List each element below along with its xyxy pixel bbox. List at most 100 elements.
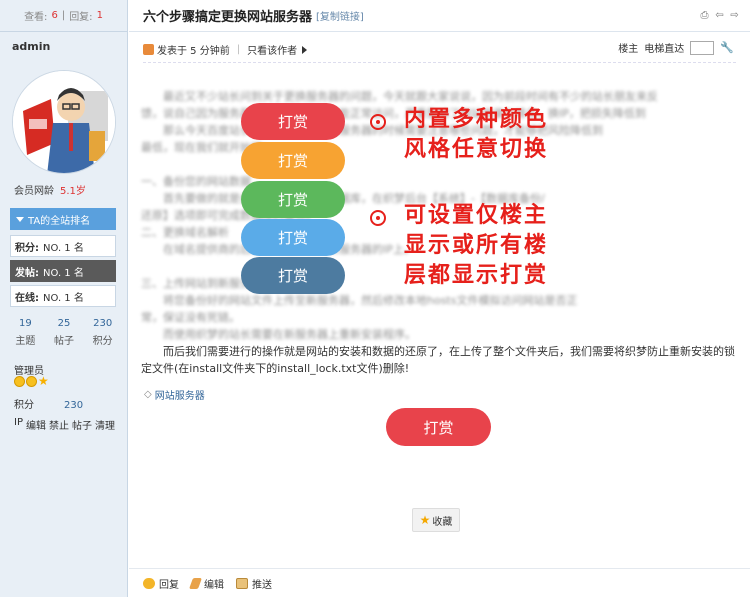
title-icons: ⎙ ⇦ ⇨ [699,10,740,21]
user-counts: 19 主题 25 帖子 230 积分 [6,318,122,347]
promo-line: 内置多种颜色 [404,107,549,132]
promo-line: 风格任意切换 [404,137,549,162]
only-author-link[interactable]: 只看该作者 [247,42,297,57]
rank-value: NO. 1 名 [43,292,84,304]
replies-count: 1 [96,10,103,21]
promo-text-visibility: 可设置仅楼主 显示或所有楼 层都显示打赏 [404,201,548,291]
page-title: 六个步骤搞定更换网站服务器 [143,10,313,25]
article-line: 定文件(在install文件夹下的install_lock.txt文件)删除! [141,362,410,375]
medal-icon [26,376,37,387]
reply-icon [143,577,155,589]
pencil-icon [188,577,203,589]
circle-dot-icon [370,114,386,130]
rank-label: 在线: [15,292,39,304]
rank-value: NO. 1 名 [43,242,84,254]
count-points[interactable]: 230 积分 [93,318,113,347]
member-age: 会员网龄 5.1岁 [14,182,86,197]
reward-style-red-button[interactable]: 打赏 [241,103,345,140]
count-label: 主题 [15,336,36,347]
prev-icon[interactable]: ⇦ [714,10,725,21]
tag-icon: ◇ [144,389,152,400]
tool-clean[interactable]: 清理 [95,417,115,432]
promo-text-colors: 内置多种颜色 风格任意切换 [404,105,548,165]
rank-header-label: TA的全站排名 [28,215,91,227]
article-line: 常，保证没有死链。 [141,311,240,324]
star-icon: ★ [38,374,49,388]
count-num: 19 [18,318,32,329]
circle-dot-icon [370,210,386,226]
article-line: 一、备份您的网站数据 [141,175,251,188]
divider [143,62,736,63]
reply-label: 回复 [159,579,179,591]
user-icon [143,44,154,55]
post-main: 六个步骤搞定更换网站服务器 [复制链接] ⎙ ⇦ ⇨ 发表于 5 分钟前 | 只… [129,0,750,597]
count-num: 25 [57,318,71,329]
wrench-icon[interactable]: 🔧 [720,41,734,54]
next-icon[interactable]: ⇨ [729,10,740,21]
views-label: 查看: [24,12,48,23]
edit-button[interactable]: 编辑 [188,576,224,591]
rank-row-online: 在线: NO. 1 名 [10,285,116,307]
article-line: 而使用织梦的站长需要在新服务器上重新安装程序。 [141,328,416,341]
push-button[interactable]: 推送 [236,576,272,591]
article-line: 最近又不少站长问到关于更换服务器的问题，今天就跟大家说说，因为前段时间有不少的站… [141,90,658,103]
floor-info: 楼主 电梯直达 🔧 [618,40,734,55]
post-actions: 回复 编辑 推送 [129,568,750,597]
tag-link[interactable]: 网站服务器 [155,387,205,402]
favorite-button[interactable]: ★ 收藏 [412,508,460,532]
count-threads[interactable]: 19 主题 [15,318,35,347]
tool-ip[interactable]: IP [14,417,23,432]
rank-label: 发帖: [15,267,39,279]
tool-ban[interactable]: 禁止 [49,417,69,432]
thread-stats: 查看: 6 | 回复: 1 [0,0,127,32]
reward-style-orange-button[interactable]: 打赏 [241,142,345,179]
rank-row-posts: 发帖: NO. 1 名 [10,260,116,282]
views-count: 6 [51,10,58,21]
medals: ★ [14,374,49,388]
author-sidebar: 查看: 6 | 回复: 1 admin 会员网龄 5.1岁 TA的全站排名 积分:… [0,0,128,597]
triangle-down-icon [16,216,24,222]
count-label: 积分 [92,336,113,347]
push-label: 推送 [252,579,272,591]
push-icon [236,577,248,589]
points-label: 积分 [14,400,34,411]
points-row: 积分 230 [14,396,83,411]
count-num: 230 [93,318,113,329]
article-line: 将您备份好的网站文件上传至新服务器，然后修改本地hosts文件模拟访问网站是否正 [141,294,578,307]
floor-label: 楼主 [618,44,639,55]
replies-label: 回复: [69,12,93,23]
reward-style-blue-button[interactable]: 打赏 [241,219,345,256]
promo-line: 显示或所有楼 [404,233,549,258]
floor-input[interactable] [690,40,715,55]
article-line: 而后我们需要进行的操作就是网站的安装和数据的还原了，在上传了整个文件夹后，我们需… [141,345,735,358]
reward-style-green-button[interactable]: 打赏 [241,181,345,218]
reply-button[interactable]: 回复 [143,576,179,591]
arrow-right-icon [302,45,308,54]
avatar-cartoon-icon [13,71,115,173]
author-name[interactable]: admin [12,40,50,53]
admin-tools: IP 编辑 禁止 帖子 清理 [14,417,115,432]
post-time: 发表于 5 分钟前 [157,46,230,57]
edit-label: 编辑 [204,579,224,591]
jump-label: 电梯直达 [644,44,685,55]
count-posts[interactable]: 25 帖子 [54,318,74,347]
print-icon[interactable]: ⎙ [699,10,710,21]
tool-posts[interactable]: 帖子 [72,417,92,432]
avatar[interactable] [12,70,116,174]
rank-value: NO. 1 名 [43,267,84,279]
points-value: 230 [64,400,84,411]
medal-icon [14,376,25,387]
reward-button[interactable]: 打赏 [386,408,491,446]
copy-link[interactable]: [复制链接] [316,8,364,23]
title-bar: 六个步骤搞定更换网站服务器 [复制链接] ⎙ ⇦ ⇨ [129,0,750,32]
reward-style-navy-button[interactable]: 打赏 [241,257,345,294]
promo-line: 层都显示打赏 [404,263,549,288]
count-label: 帖子 [53,336,74,347]
favorite-label: 收藏 [432,516,453,528]
member-age-value: 5.1岁 [60,186,86,197]
tag-row: ◇ 网站服务器 [144,387,205,402]
member-age-label: 会员网龄 [14,186,54,197]
tool-edit[interactable]: 编辑 [26,417,46,432]
post-meta: 发表于 5 分钟前 | 只看该作者 [143,42,308,57]
rank-toggle[interactable]: TA的全站排名 [10,208,116,230]
